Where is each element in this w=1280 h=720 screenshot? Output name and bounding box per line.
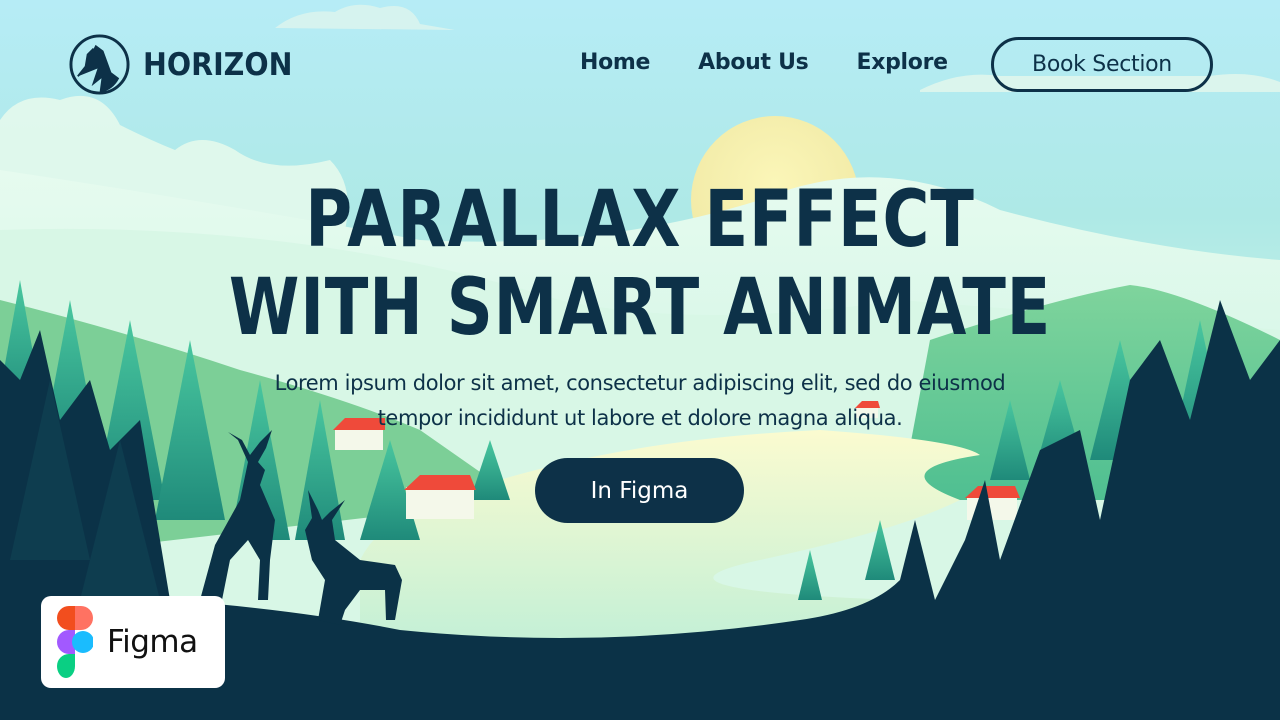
figma-badge: Figma [41,596,225,688]
figma-logo-icon [57,606,93,678]
top-navigation: HORIZON Home About Us Explore Book Secti… [0,0,1280,130]
nav-links: Home About Us Explore [580,50,948,75]
brand-name: HORIZON [143,46,293,83]
nav-link-about-us[interactable]: About Us [698,50,809,75]
hero-scene: HORIZON Home About Us Explore Book Secti… [0,0,1280,720]
figma-label: Figma [107,624,198,660]
nav-link-home[interactable]: Home [580,50,650,75]
hero-description: Lorem ipsum dolor sit amet, consectetur … [0,366,1280,436]
house [965,486,1020,520]
hero-description-line-1: Lorem ipsum dolor sit amet, consectetur … [274,371,1006,395]
in-figma-button[interactable]: In Figma [535,458,744,523]
hero-title-line-2: WITH SMART ANIMATE [228,263,1052,353]
book-section-button[interactable]: Book Section [991,37,1213,92]
house [404,475,476,519]
mountain-circle-icon [69,34,130,95]
hero-title-line-1: PARALLAX EFFECT [305,175,975,265]
brand-logo[interactable]: HORIZON [68,33,305,96]
hero-description-line-2: tempor incididunt ut labore et dolore ma… [377,406,903,430]
nav-link-explore[interactable]: Explore [856,50,948,75]
